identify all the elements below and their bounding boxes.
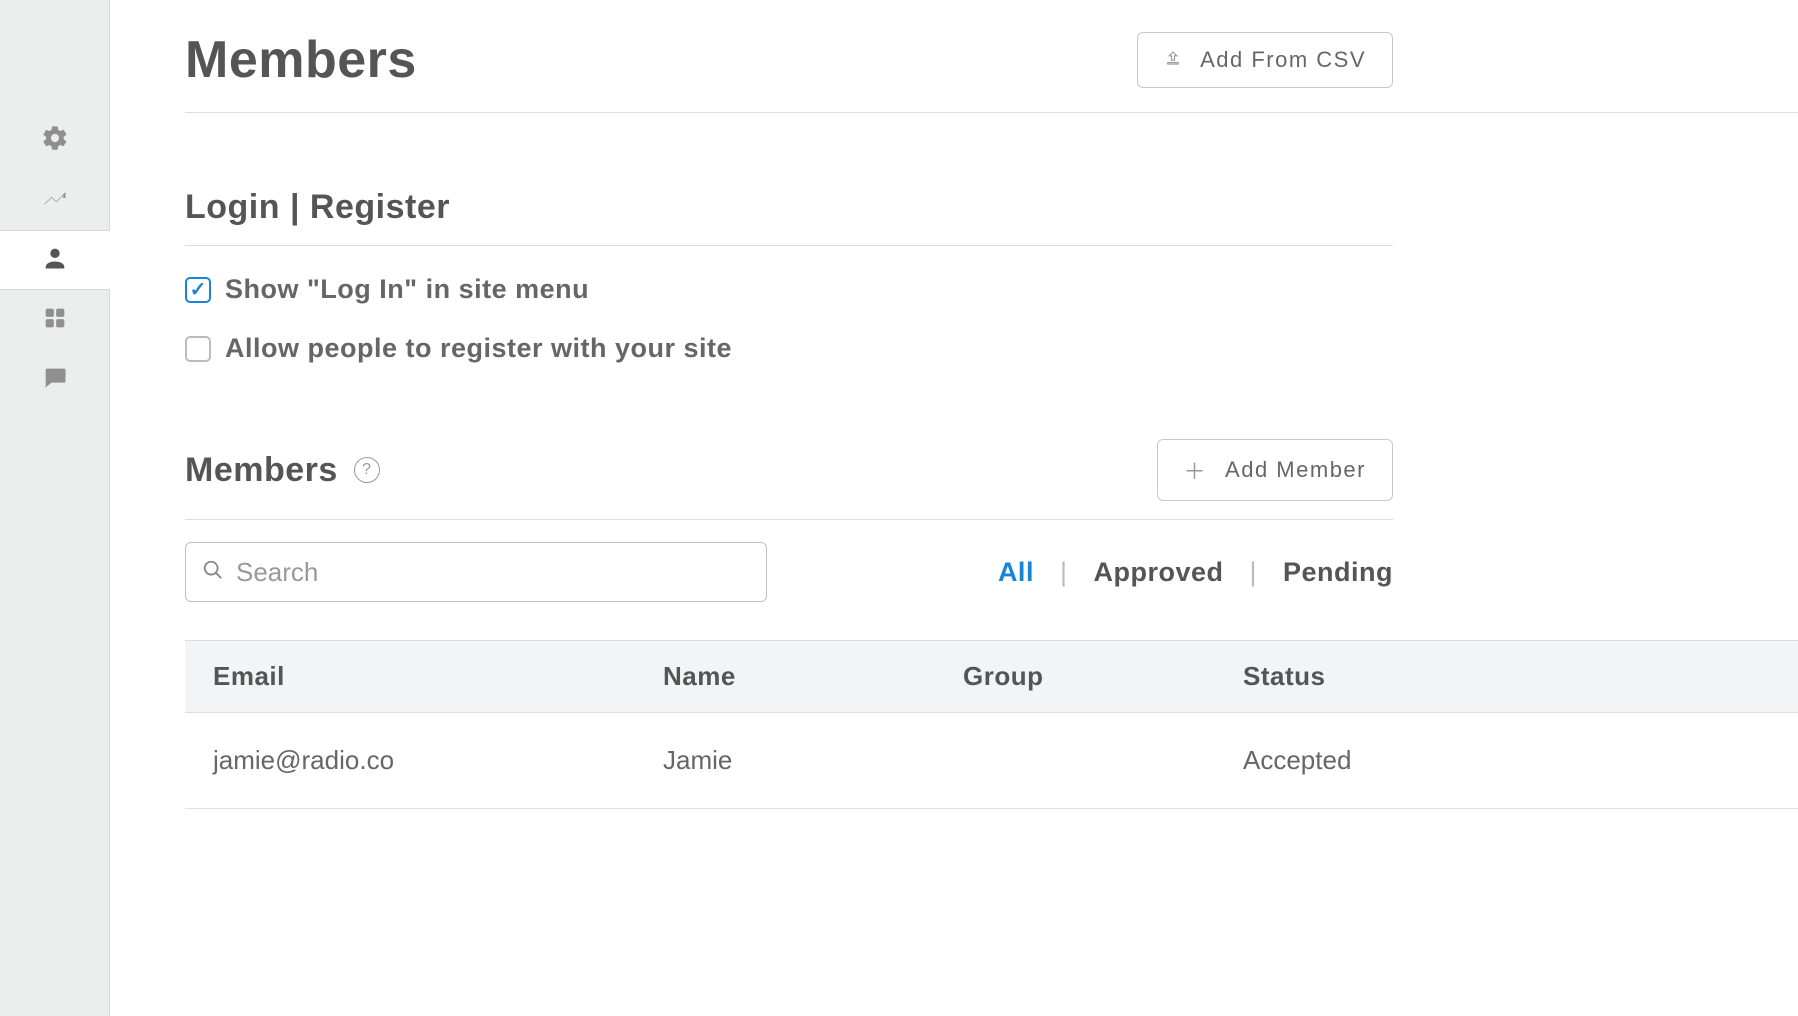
allow-register-row: Allow people to register with your site bbox=[185, 333, 1393, 364]
page-header: Members Add From CSV bbox=[185, 30, 1798, 113]
filter-tabs: All | Approved | Pending bbox=[998, 557, 1393, 588]
table-header: Email Name Group Status bbox=[185, 640, 1798, 713]
allow-register-label: Allow people to register with your site bbox=[225, 333, 732, 364]
add-from-csv-button[interactable]: Add From CSV bbox=[1137, 32, 1393, 88]
main-content: Members Add From CSV Login | Register Sh… bbox=[110, 0, 1798, 1016]
person-icon bbox=[41, 244, 69, 277]
search-icon bbox=[202, 559, 224, 586]
filter-all[interactable]: All bbox=[998, 557, 1034, 588]
sidebar-item-members[interactable] bbox=[0, 230, 110, 290]
td-group bbox=[935, 713, 1215, 808]
login-register-title: Login | Register bbox=[185, 188, 450, 227]
search-filter-row: All | Approved | Pending bbox=[185, 542, 1798, 602]
members-section-title: Members ? bbox=[185, 451, 380, 490]
members-table: Email Name Group Status jamie@radio.co J… bbox=[185, 640, 1798, 809]
upload-icon bbox=[1164, 47, 1182, 73]
gear-icon bbox=[41, 124, 69, 157]
login-register-section: Login | Register Show "Log In" in site m… bbox=[185, 188, 1798, 364]
sidebar-item-settings[interactable] bbox=[0, 110, 109, 170]
filter-sep: | bbox=[1060, 557, 1068, 588]
th-name[interactable]: Name bbox=[635, 641, 935, 712]
search-input[interactable] bbox=[236, 557, 750, 588]
allow-register-checkbox[interactable] bbox=[185, 336, 211, 362]
page-title: Members bbox=[185, 30, 417, 90]
add-from-csv-label: Add From CSV bbox=[1200, 47, 1366, 73]
td-name: Jamie bbox=[635, 713, 935, 808]
search-box[interactable] bbox=[185, 542, 767, 602]
show-login-label: Show "Log In" in site menu bbox=[225, 274, 589, 305]
chat-icon bbox=[41, 364, 69, 397]
help-icon[interactable]: ? bbox=[354, 457, 380, 483]
sidebar bbox=[0, 0, 110, 1016]
members-section: Members ? ＋ Add Member bbox=[185, 439, 1798, 520]
trend-icon bbox=[41, 184, 69, 217]
grid-icon bbox=[41, 304, 69, 337]
filter-approved[interactable]: Approved bbox=[1093, 557, 1223, 588]
show-login-row: Show "Log In" in site menu bbox=[185, 274, 1393, 305]
th-email[interactable]: Email bbox=[185, 641, 635, 712]
td-status: Accepted bbox=[1215, 713, 1515, 808]
sidebar-item-comments[interactable] bbox=[0, 350, 109, 410]
th-status[interactable]: Status bbox=[1215, 641, 1515, 712]
add-member-label: Add Member bbox=[1225, 457, 1366, 483]
sidebar-item-apps[interactable] bbox=[0, 290, 109, 350]
table-row[interactable]: jamie@radio.co Jamie Accepted bbox=[185, 713, 1798, 809]
show-login-checkbox[interactable] bbox=[185, 277, 211, 303]
filter-pending[interactable]: Pending bbox=[1283, 557, 1393, 588]
sidebar-item-analytics[interactable] bbox=[0, 170, 109, 230]
th-group[interactable]: Group bbox=[935, 641, 1215, 712]
add-member-button[interactable]: ＋ Add Member bbox=[1157, 439, 1393, 501]
plus-icon: ＋ bbox=[1184, 454, 1208, 486]
filter-sep: | bbox=[1249, 557, 1257, 588]
members-section-title-text: Members bbox=[185, 451, 338, 490]
td-email: jamie@radio.co bbox=[185, 713, 635, 808]
